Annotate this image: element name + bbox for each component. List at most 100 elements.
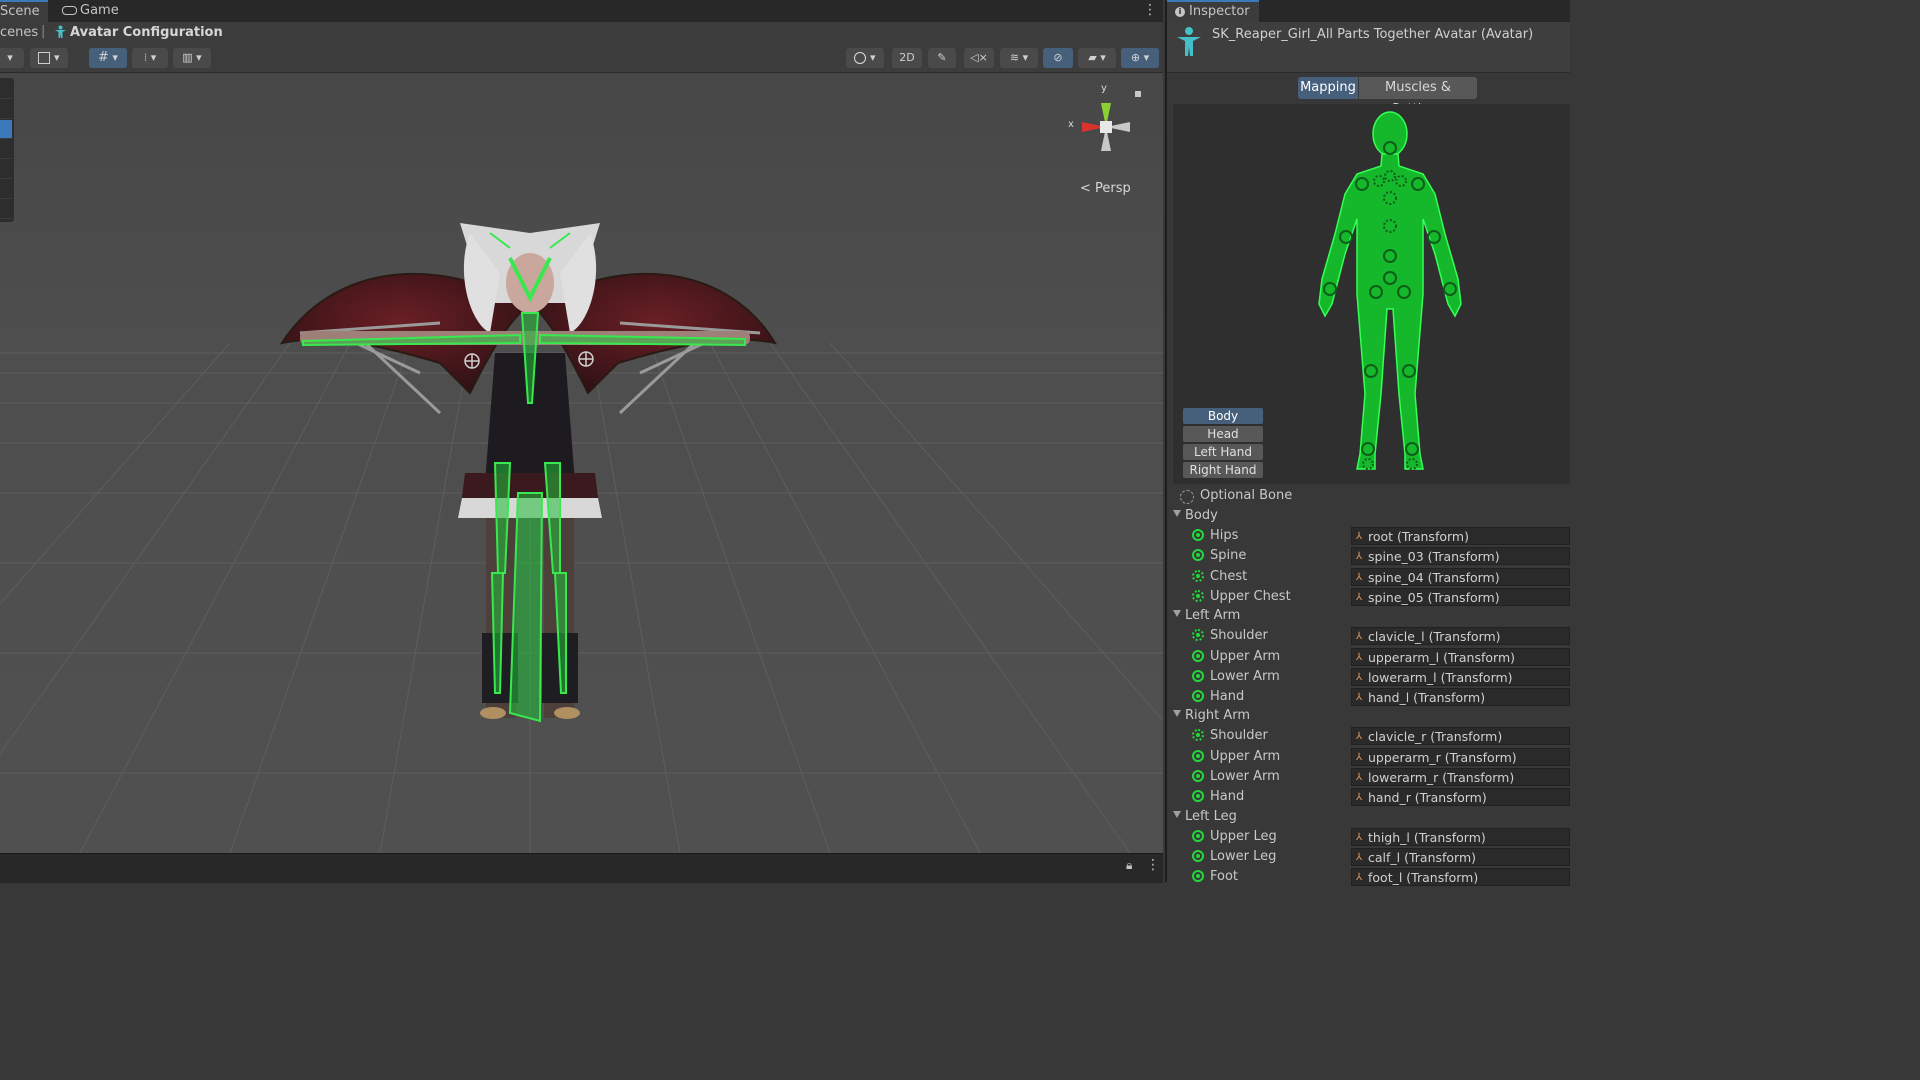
bone-transform-field[interactable]: ⅄ hand_l (Transform) [1351, 688, 1570, 707]
bone-transform-field[interactable]: ⅄ calf_l (Transform) [1351, 847, 1570, 866]
bone-status-icon [1192, 849, 1204, 862]
bone-transform-field[interactable]: ⅄ clavicle_l (Transform) [1351, 627, 1570, 646]
footer-more-icon[interactable]: ⋮ [1146, 857, 1160, 873]
bone-name-label: Upper Arm [1210, 648, 1281, 664]
grid-snapping-button[interactable]: # ▾ [89, 48, 127, 68]
breadcrumb-parent[interactable]: cenes [0, 25, 38, 40]
custom-tool-icon[interactable] [0, 200, 12, 219]
bone-name-label: Upper Chest [1210, 588, 1291, 604]
bone-status-icon [1192, 770, 1204, 782]
more-options-icon[interactable]: ⋮ [1143, 2, 1157, 18]
breadcrumb-separator: | [41, 24, 46, 39]
bone-transform-field[interactable]: ⅄ spine_03 (Transform) [1351, 547, 1570, 566]
scene-3d-render [0, 73, 1163, 853]
effects-dropdown[interactable]: ≋ ▾ [1000, 48, 1038, 68]
bone-transform-field[interactable]: ⅄ hand_r (Transform) [1351, 788, 1570, 807]
orientation-gizmo[interactable]: y x < Persp [1060, 83, 1150, 200]
bone-name-label: Spine [1210, 548, 1247, 564]
bone-transform-field[interactable]: ⅄ lowerarm_r (Transform) [1351, 768, 1570, 786]
bone-transform-field[interactable]: ⅄ lowerarm_l (Transform) [1351, 667, 1570, 686]
bone-transform-field[interactable]: ⅄ spine_04 (Transform) [1351, 567, 1570, 586]
transform-icon: ⅄ [1356, 671, 1363, 683]
gizmos-dropdown[interactable]: ⊕ ▾ [1121, 48, 1159, 68]
transform-icon: ⅄ [1356, 651, 1363, 663]
grid-visibility-button[interactable]: ⁞ ▾ [132, 48, 168, 68]
bone-transform-field[interactable]: ⅄ thigh_l (Transform) [1351, 827, 1570, 846]
bone-transform-field[interactable]: ⅄ foot_l (Transform) [1351, 868, 1570, 887]
camera-icon: ▰ [1088, 51, 1097, 64]
tab-mapping[interactable]: Mapping [1298, 77, 1358, 99]
hidden-objects-toggle[interactable]: ⊘ [1043, 48, 1073, 68]
bone-group-header[interactable]: Left Leg [1173, 809, 1237, 824]
tab-muscles-settings[interactable]: Muscles & Settings [1359, 77, 1477, 117]
move-tool-icon[interactable] [0, 100, 12, 119]
camera-dropdown[interactable]: ▰ ▾ [1078, 48, 1116, 68]
bone-transform-field[interactable]: ⅄ spine_05 (Transform) [1351, 587, 1570, 606]
audio-toggle[interactable]: ◁× [964, 48, 994, 68]
bone-group-header[interactable]: Body [1173, 508, 1218, 523]
bone-name-label: Lower Arm [1210, 769, 1280, 784]
hand-tool-icon[interactable] [0, 80, 12, 99]
transform-icon: ⅄ [1356, 591, 1363, 603]
bone-status-icon [1192, 870, 1204, 883]
transform-icon: ⅄ [1356, 531, 1363, 542]
shading-dropdown[interactable]: ▾ [30, 48, 68, 68]
mute-icon: ◁× [970, 51, 988, 64]
body-part-button-left-hand[interactable]: Left Hand [1183, 444, 1263, 460]
optional-bone-icon [1180, 490, 1194, 504]
increment-snap-button[interactable]: ▥ ▾ [173, 48, 211, 68]
projection-label[interactable]: < Persp [1080, 181, 1131, 196]
bone-group-header[interactable]: Right Arm [1173, 708, 1250, 723]
avatar-config-icon [54, 25, 67, 43]
bone-status-icon [1192, 649, 1204, 662]
bone-status-icon [1192, 529, 1204, 541]
bone-status-icon [1192, 790, 1204, 803]
bone-name-label: Shoulder [1210, 628, 1268, 644]
breadcrumb-current: Avatar Configuration [70, 25, 223, 40]
body-part-button-head[interactable]: Head [1183, 426, 1263, 442]
bone-transform-field[interactable]: ⅄ upperarm_l (Transform) [1351, 647, 1570, 666]
render-mode-dropdown[interactable]: ▾ [846, 48, 884, 68]
body-part-button-body[interactable]: Body [1183, 408, 1263, 424]
scale-tool-icon[interactable] [0, 140, 12, 159]
2d-toggle[interactable]: 2D [892, 48, 922, 68]
rotate-tool-icon[interactable] [0, 120, 12, 139]
tab-inspector[interactable]: i Inspector [1167, 0, 1259, 22]
bone-status-icon [1192, 829, 1204, 842]
eye-slash-icon: ⊘ [1053, 51, 1063, 64]
scene-viewport[interactable]: y x < Persp [0, 73, 1163, 853]
bone-name-label: Upper Leg [1210, 828, 1277, 844]
transform-icon: ⅄ [1356, 692, 1363, 704]
inspector-tab-bar: i Inspector [1167, 0, 1570, 22]
bone-status-icon [1192, 749, 1204, 762]
bone-transform-field[interactable]: ⅄ clavicle_r (Transform) [1351, 727, 1570, 746]
lighting-toggle[interactable]: ✎ [928, 48, 956, 68]
foldout-triangle-icon [1173, 810, 1181, 818]
transform-icon: ⅄ [1356, 872, 1363, 884]
bone-transform-field[interactable]: ⅄ upperarm_r (Transform) [1351, 747, 1570, 766]
draw-mode-dropdown[interactable]: ▾ [0, 48, 24, 68]
tab-game[interactable]: Game [54, 0, 127, 22]
bone-name-label: Hand [1210, 789, 1245, 805]
lock-icon[interactable]: 🔒︎ [1126, 858, 1132, 873]
grid-dots-icon: ⁞ [143, 51, 148, 64]
foldout-triangle-icon [1173, 610, 1181, 618]
inspector-panel: i Inspector SK_Reaper_Girl_All Parts Toge… [1165, 0, 1570, 887]
transform-icon: ⅄ [1356, 772, 1363, 783]
body-part-button-right-hand[interactable]: Right Hand [1183, 462, 1263, 478]
tab-scene[interactable]: Scene [0, 0, 48, 22]
bone-transform-field[interactable]: ⅄ root (Transform) [1351, 527, 1570, 545]
transform-icon: ⅄ [1356, 792, 1363, 804]
avatar-icon [1175, 26, 1203, 62]
bone-mapping-list: Body Hips ⅄ root (Transform) Spine ⅄ spine_03 … [1167, 504, 1570, 887]
transform-icon: ⅄ [1356, 631, 1363, 643]
bone-status-icon [1192, 629, 1204, 642]
bone-name-label: Chest [1210, 568, 1248, 584]
info-icon: i [1175, 6, 1185, 17]
bone-group-header[interactable]: Left Arm [1173, 608, 1240, 623]
cube-icon [38, 52, 51, 64]
transform-tool-icon[interactable] [0, 180, 12, 199]
grid-icon: # [98, 50, 109, 65]
bone-name-label: Hand [1210, 689, 1245, 705]
rect-tool-icon[interactable] [0, 160, 12, 179]
